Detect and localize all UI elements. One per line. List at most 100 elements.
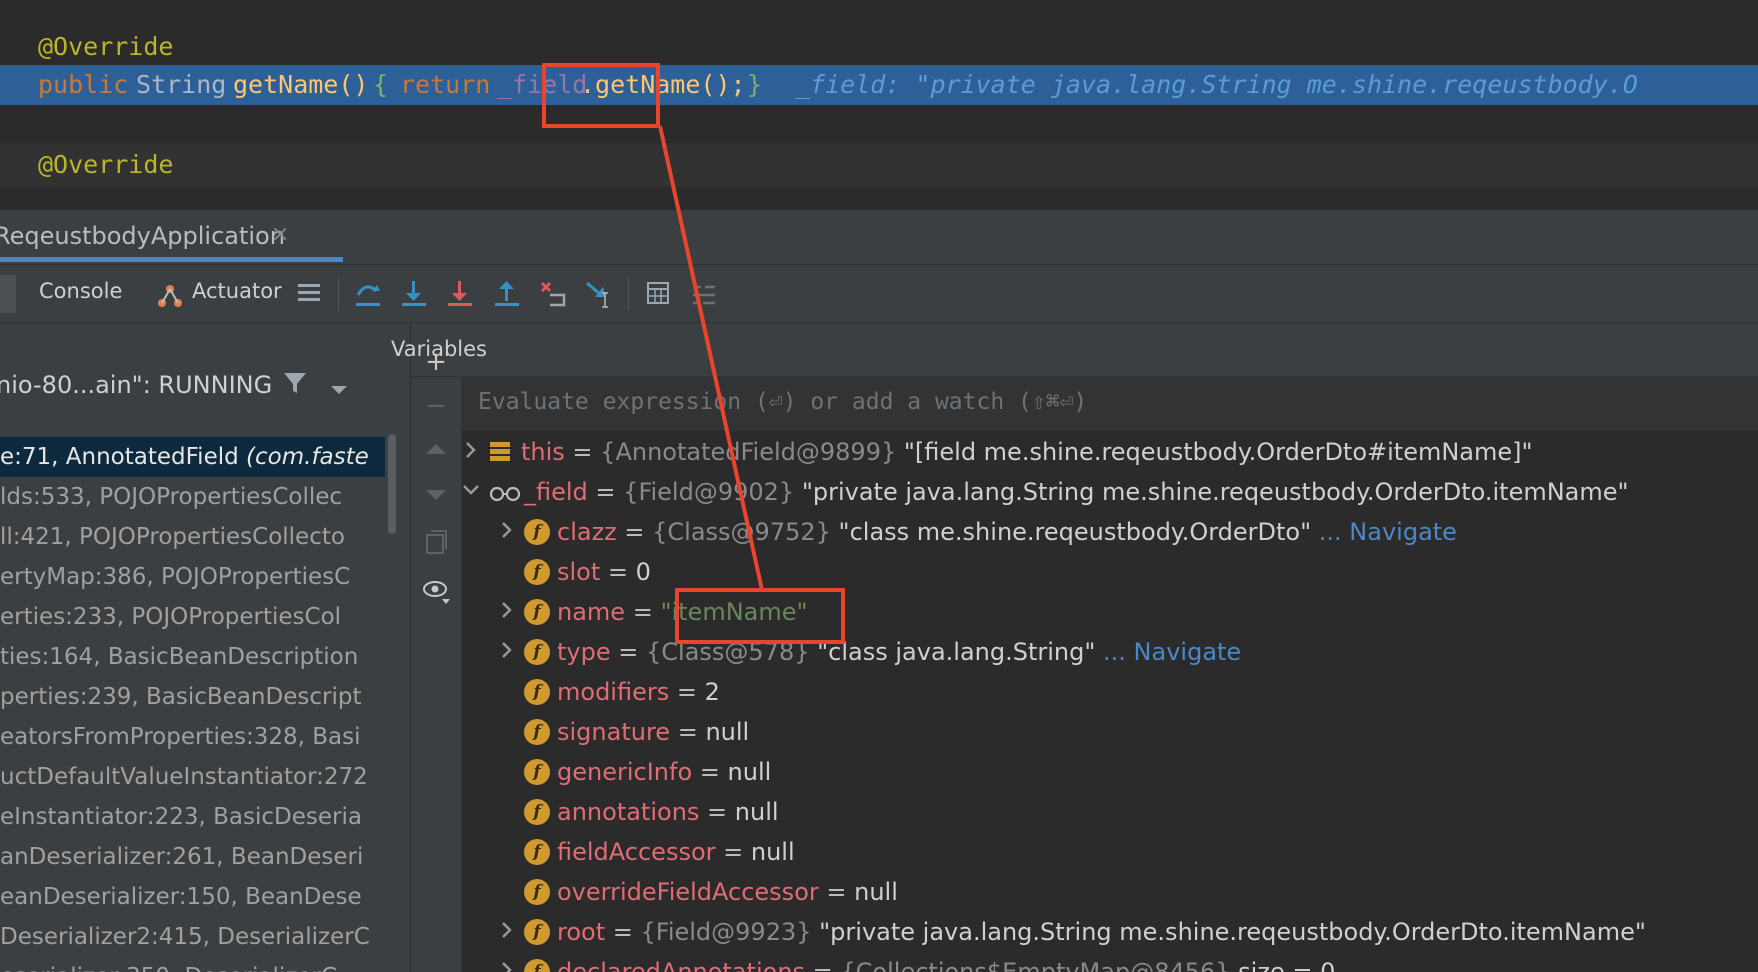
evaluate-expression-bar[interactable]: Evaluate expression (⏎) or add a watch (…: [462, 377, 1758, 432]
variable-row[interactable]: name = "itemName": [557, 592, 808, 632]
field-icon: f: [524, 799, 550, 825]
variable-value: null: [854, 878, 898, 906]
variable-row[interactable]: signature = null: [557, 712, 749, 752]
toolbar-separator: [338, 277, 339, 311]
navigate-link[interactable]: ... Navigate: [1311, 518, 1457, 546]
collapse-arrow-icon[interactable]: [462, 480, 480, 505]
field-icon: f: [524, 679, 550, 705]
actuator-tab[interactable]: Actuator: [192, 279, 282, 303]
move-down-icon[interactable]: [421, 483, 451, 513]
variable-value: "private java.lang.String me.shine.reqeu…: [811, 918, 1646, 946]
equals-sign: =: [818, 878, 855, 906]
equals-sign: =: [610, 638, 646, 666]
stack-frame[interactable]: perties:239, BasicBeanDescript: [0, 677, 385, 717]
override-annotation: @Override: [38, 32, 174, 61]
force-step-into-icon[interactable]: [442, 273, 478, 313]
variable-value: size = 0: [1230, 958, 1336, 972]
variable-value: "class me.shine.reqeustbody.OrderDto": [830, 518, 1312, 546]
variable-row[interactable]: clazz = {Class@9752} "class me.shine.req…: [557, 512, 1457, 552]
variable-type: {Collections$EmptyMap@8456}: [840, 958, 1231, 972]
stack-frame[interactable]: eanDeserializer:150, BeanDese: [0, 877, 385, 917]
variable-name: name: [557, 598, 626, 626]
step-into-icon[interactable]: [396, 273, 432, 313]
expand-arrow-icon[interactable]: [498, 960, 516, 972]
close-tab-icon[interactable]: ×: [271, 222, 289, 247]
step-out-icon[interactable]: [489, 273, 525, 313]
variable-row[interactable]: _field = {Field@9902} "private java.lang…: [524, 472, 1629, 512]
variable-name: annotations: [557, 798, 700, 826]
variable-row[interactable]: overrideFieldAccessor = null: [557, 872, 898, 912]
evaluate-expression-icon[interactable]: [640, 273, 676, 313]
variable-row[interactable]: slot = 0: [557, 552, 651, 592]
variable-row[interactable]: genericInfo = null: [557, 752, 771, 792]
run-tab-label[interactable]: ReqeustbodyApplication: [0, 222, 285, 250]
stack-frame[interactable]: eserializer:350, DeserializerC: [0, 957, 385, 972]
trace-stream-icon[interactable]: [687, 273, 723, 313]
stack-frame[interactable]: lds:533, POJOPropertiesCollec: [0, 477, 385, 517]
stack-frame[interactable]: Deserializer2:415, DeserializerC: [0, 917, 385, 957]
stack-frame[interactable]: e:71, AnnotatedField (com.faste: [0, 437, 385, 477]
menu-icon[interactable]: [292, 273, 328, 313]
variable-row[interactable]: declaredAnnotations = {Collections$Empty…: [557, 952, 1335, 972]
remove-watch-icon[interactable]: −: [421, 391, 451, 421]
inline-debug-hint: _field: "private java.lang.String me.shi…: [795, 70, 1638, 99]
tab-indicator: [0, 275, 16, 313]
run-to-cursor-icon[interactable]: [583, 273, 619, 313]
variable-value: 2: [704, 678, 720, 706]
navigate-link[interactable]: ... Navigate: [1095, 638, 1241, 666]
variable-row[interactable]: type = {Class@578} "class java.lang.Stri…: [557, 632, 1241, 672]
variable-row[interactable]: root = {Field@9923} "private java.lang.S…: [557, 912, 1646, 952]
console-tab[interactable]: Console: [39, 279, 122, 303]
filter-icon[interactable]: [282, 369, 308, 403]
stack-frame[interactable]: anDeserializer:261, BeanDeseri: [0, 837, 385, 877]
stack-frame-text: uctDefaultValueInstantiator:272: [0, 764, 368, 790]
equals-sign: =: [600, 558, 636, 586]
equals-sign: =: [605, 918, 641, 946]
thread-selector[interactable]: nio-80...ain": RUNNING: [0, 363, 410, 409]
close-brace: }: [747, 70, 763, 99]
evaluate-placeholder[interactable]: Evaluate expression (⏎) or add a watch (…: [478, 389, 1087, 415]
stack-frame-text: eserializer:350, DeserializerC: [0, 964, 337, 972]
stack-frame-text: ll:421, POJOPropertiesCollecto: [0, 524, 345, 550]
variable-row[interactable]: modifiers = 2: [557, 672, 720, 712]
variable-row[interactable]: this = {AnnotatedField@9899} "[field me.…: [521, 432, 1533, 472]
stack-frame[interactable]: eatorsFromProperties:328, Basi: [0, 717, 385, 757]
stack-frame-text: eatorsFromProperties:328, Basi: [0, 724, 361, 750]
frames-scrollbar[interactable]: [388, 434, 396, 534]
stack-frame[interactable]: ll:421, POJOPropertiesCollecto: [0, 517, 385, 557]
method-name: getName(): [233, 70, 369, 99]
expand-arrow-icon[interactable]: [498, 640, 516, 665]
add-watch-icon[interactable]: +: [421, 347, 451, 377]
stack-frame[interactable]: erties:233, POJOPropertiesCol: [0, 597, 385, 637]
drop-frame-icon[interactable]: [536, 273, 572, 313]
stack-frame[interactable]: ties:164, BasicBeanDescription: [0, 637, 385, 677]
stack-frame-text: ties:164, BasicBeanDescription: [0, 644, 359, 670]
stack-frame-text: e:71, AnnotatedField: [0, 444, 247, 470]
chevron-down-icon[interactable]: [330, 375, 348, 403]
expand-arrow-icon[interactable]: [498, 600, 516, 625]
variable-row[interactable]: annotations = null: [557, 792, 779, 832]
field-icon: f: [524, 559, 550, 585]
variable-type: {Field@9902}: [623, 478, 795, 506]
getname-call: .getName();: [580, 70, 746, 99]
expand-arrow-icon[interactable]: [498, 520, 516, 545]
step-over-icon[interactable]: [350, 273, 386, 313]
variable-row[interactable]: fieldAccessor = null: [557, 832, 795, 872]
expand-arrow-icon[interactable]: [462, 440, 480, 465]
current-execution-line[interactable]: public String getName() { return _field …: [0, 65, 1758, 105]
field-reference[interactable]: _field: [497, 65, 587, 105]
variables-tree: this = {AnnotatedField@9899} "[field me.…: [462, 432, 1758, 972]
field-icon: f: [524, 839, 550, 865]
field-icon: f: [524, 759, 550, 785]
equals-sign: =: [669, 678, 705, 706]
variable-value: 0: [635, 558, 651, 586]
code-editor[interactable]: @Override public String getName() { retu…: [0, 0, 1758, 210]
variable-type: {Class@578}: [646, 638, 810, 666]
copy-icon[interactable]: [421, 529, 451, 559]
stack-frame[interactable]: ertyMap:386, POJOPropertiesC: [0, 557, 385, 597]
stack-frame[interactable]: eInstantiator:223, BasicDeseria: [0, 797, 385, 837]
expand-arrow-icon[interactable]: [498, 920, 516, 945]
view-watches-icon[interactable]: [421, 577, 451, 607]
stack-frame[interactable]: uctDefaultValueInstantiator:272: [0, 757, 385, 797]
move-up-icon[interactable]: [421, 437, 451, 467]
